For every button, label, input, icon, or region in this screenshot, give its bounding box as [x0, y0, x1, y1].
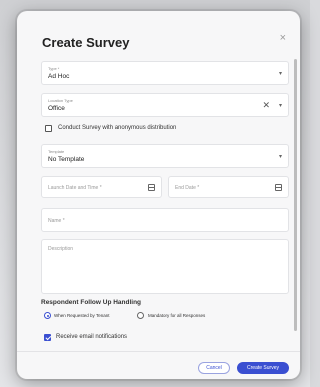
chevron-down-icon: ▾ [278, 103, 282, 109]
followup-radio-tenant[interactable] [44, 312, 51, 319]
chevron-down-icon: ▾ [278, 154, 282, 160]
name-input[interactable]: Name * [41, 208, 289, 232]
description-textarea[interactable]: Description [41, 239, 289, 294]
email-notifications-checkbox[interactable] [44, 334, 51, 341]
chevron-down-icon: ▾ [278, 71, 282, 77]
create-survey-button[interactable]: Create Survey [237, 362, 289, 374]
followup-radio-mandatory[interactable] [137, 312, 144, 319]
followup-option-mandatory-label: Mandatory for all Responses [148, 313, 206, 318]
location-type-select[interactable]: Location Type Office ✕ ▾ [41, 93, 289, 117]
end-date-field[interactable]: End Date * [168, 176, 289, 198]
dialog-title: Create Survey [42, 35, 130, 50]
launch-date-field[interactable]: Launch Date and Time * [41, 176, 162, 198]
close-icon[interactable]: × [280, 32, 286, 44]
dialog-scrollbar[interactable] [294, 59, 297, 331]
name-placeholder: Name * [48, 218, 65, 224]
email-notifications-label: Receive email notifications [56, 334, 128, 340]
create-survey-dialog: Create Survey × Type * Ad Hoc ▾ Location… [17, 11, 300, 379]
end-date-placeholder: End Date * [175, 185, 200, 191]
template-value: No Template [48, 156, 85, 163]
type-select[interactable]: Type * Ad Hoc ▾ [41, 61, 289, 85]
clear-icon[interactable]: ✕ [262, 100, 270, 111]
footer-divider [17, 351, 300, 352]
location-type-value: Office [48, 105, 65, 112]
template-label: Template [48, 149, 65, 154]
description-placeholder: Description [48, 246, 74, 252]
anonymous-label: Conduct Survey with anonymous distributi… [58, 125, 177, 131]
calendar-icon[interactable] [275, 184, 282, 191]
anonymous-checkbox[interactable] [45, 125, 52, 132]
type-value: Ad Hoc [48, 73, 70, 80]
followup-heading: Respondent Follow Up Handling [41, 299, 142, 306]
location-type-label: Location Type [48, 98, 73, 103]
calendar-icon[interactable] [148, 184, 155, 191]
followup-option-tenant-label: When Requested by Tenant [54, 313, 110, 318]
cancel-button[interactable]: Cancel [198, 362, 230, 374]
launch-date-placeholder: Launch Date and Time * [48, 185, 102, 191]
template-select[interactable]: Template No Template ▾ [41, 144, 289, 168]
type-label: Type * [48, 66, 60, 71]
